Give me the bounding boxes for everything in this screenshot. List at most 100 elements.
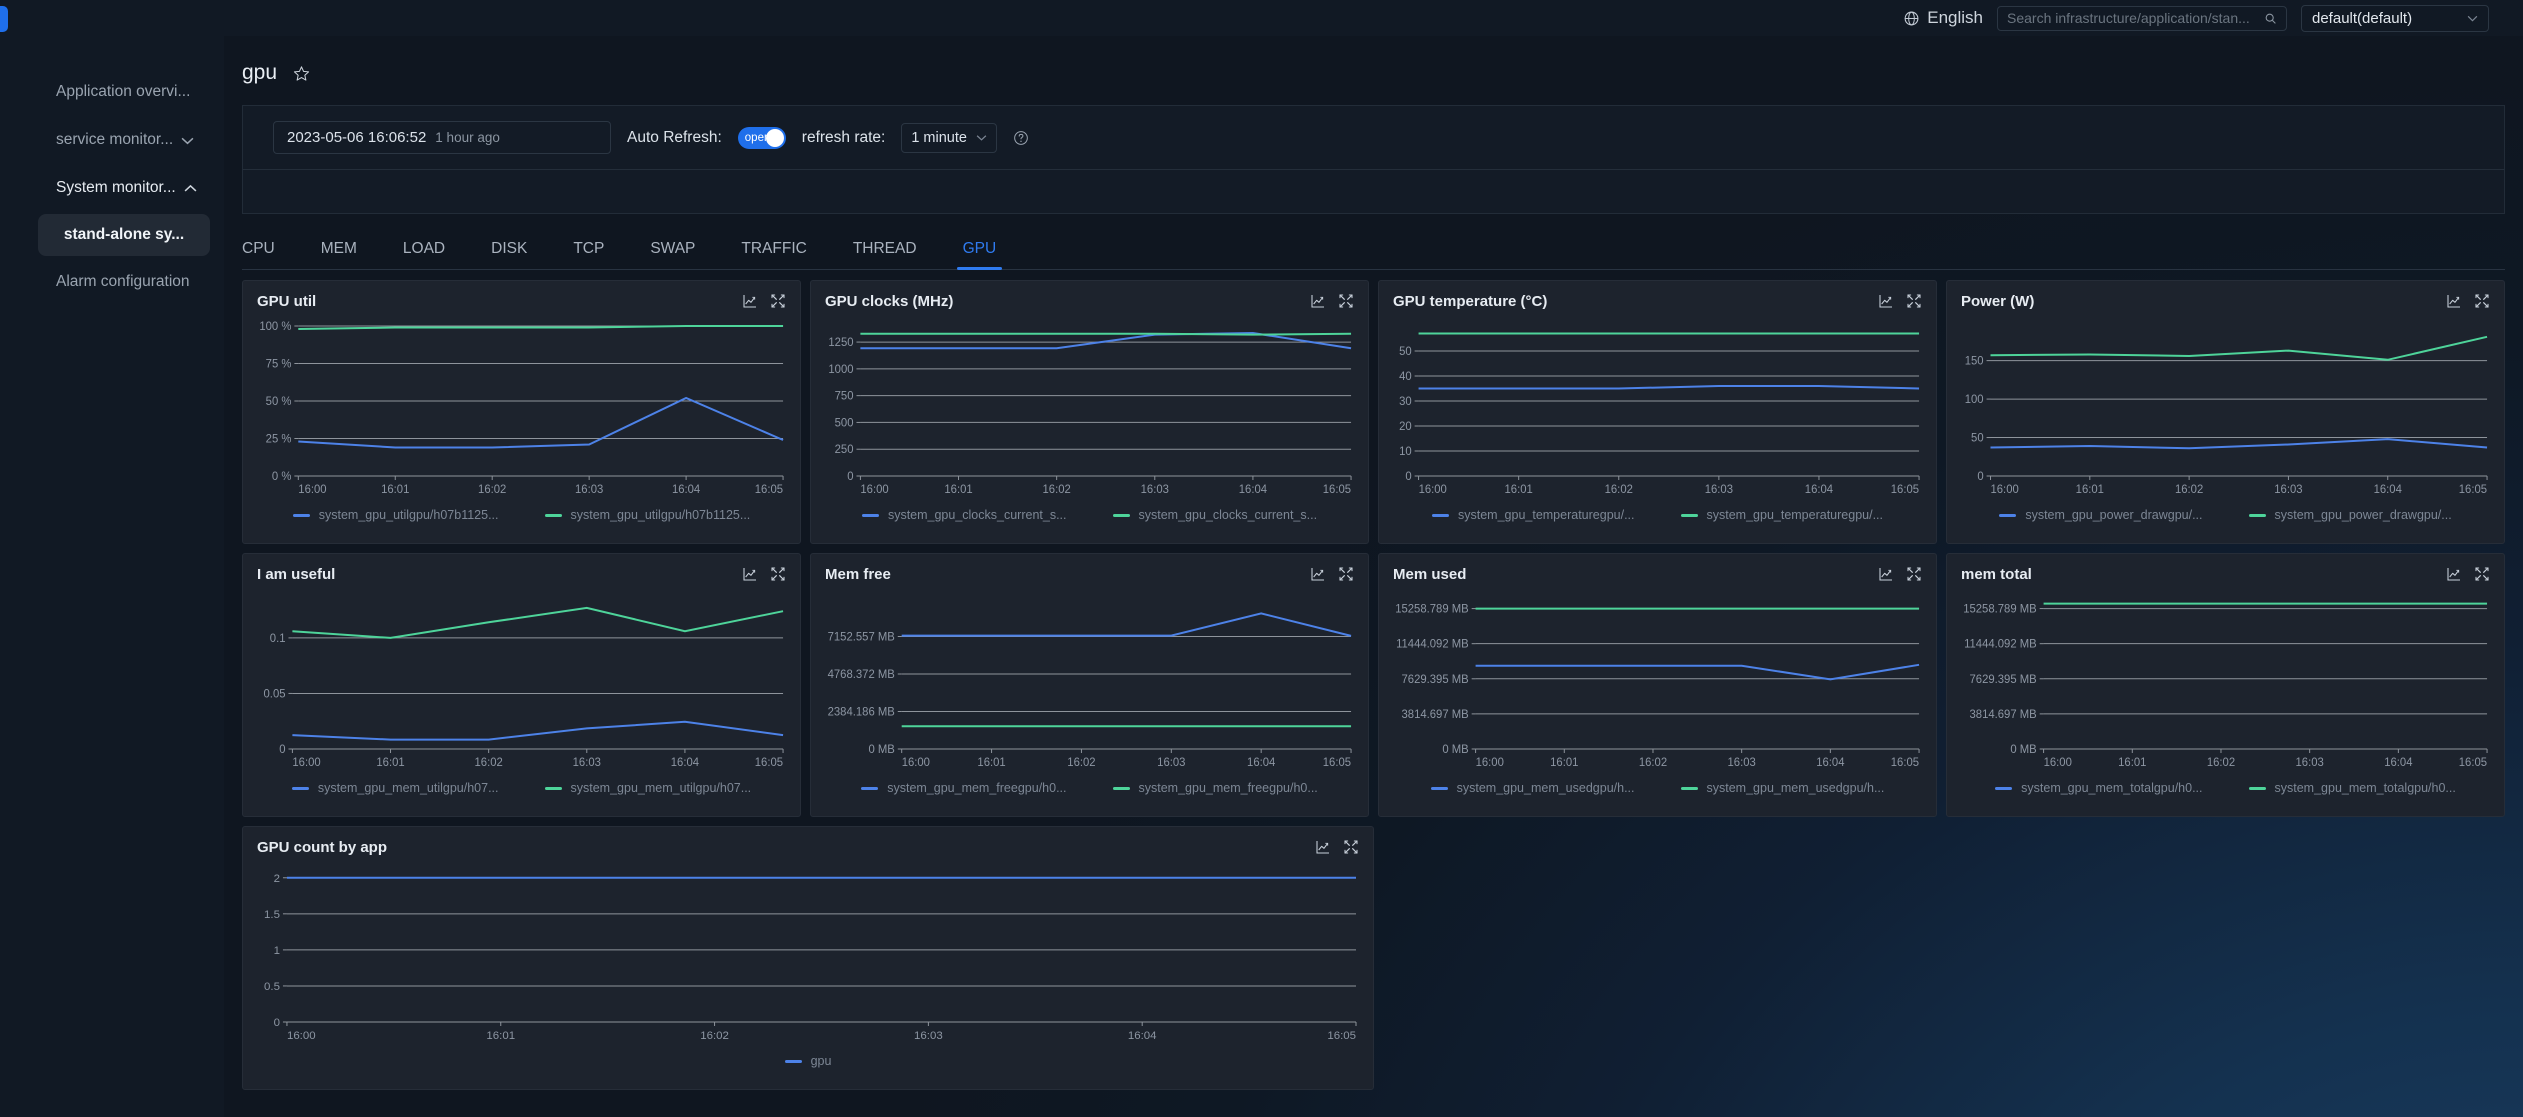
chart-legend: system_gpu_mem_utilgpu/h07... system_gpu_… xyxy=(257,781,786,795)
tab-cpu[interactable]: CPU xyxy=(242,240,289,269)
expand-icon[interactable] xyxy=(770,293,786,309)
legend-item[interactable]: system_gpu_mem_totalgpu/h0... xyxy=(2249,781,2456,795)
tab-tcp[interactable]: TCP xyxy=(559,240,618,269)
line-chart-icon[interactable] xyxy=(1878,293,1894,309)
sidebar-item-label: Application overvi... xyxy=(56,83,190,101)
svg-text:16:05: 16:05 xyxy=(1891,484,1919,496)
legend-label: system_gpu_clocks_current_s... xyxy=(1139,508,1318,522)
language-switcher[interactable]: English xyxy=(1903,8,1983,28)
legend-swatch-icon xyxy=(545,514,562,517)
tab-label: DISK xyxy=(491,240,527,257)
tab-gpu[interactable]: GPU xyxy=(949,240,1011,269)
svg-text:0.05: 0.05 xyxy=(264,688,286,700)
legend-item[interactable]: gpu xyxy=(785,1054,832,1068)
panel-header: Power (W) xyxy=(1961,293,2490,310)
panel-grid: GPU util0 %25 %50 %75 %100 %16:0016:0116… xyxy=(224,270,2523,1090)
chart-legend: system_gpu_mem_usedgpu/h... system_gpu_me… xyxy=(1393,781,1922,795)
legend-item[interactable]: system_gpu_mem_utilgpu/h07... xyxy=(545,781,752,795)
tab-disk[interactable]: DISK xyxy=(477,240,541,269)
refresh-rate-value: 1 minute xyxy=(911,130,967,146)
chart-plot-area: 0 MB3814.697 MB7629.395 MB11444.092 MB15… xyxy=(1393,589,1922,777)
svg-text:250: 250 xyxy=(835,444,854,456)
svg-text:16:01: 16:01 xyxy=(944,484,972,496)
legend-item[interactable]: system_gpu_temperaturegpu/... xyxy=(1432,508,1635,522)
panel-actions xyxy=(1878,293,1922,309)
legend-item[interactable]: system_gpu_temperaturegpu/... xyxy=(1681,508,1884,522)
legend-item[interactable]: system_gpu_clocks_current_s... xyxy=(1113,508,1318,522)
line-chart-icon[interactable] xyxy=(1878,566,1894,582)
sidebar-item-stand-alone-system[interactable]: stand-alone sy... xyxy=(38,214,210,256)
svg-text:0: 0 xyxy=(847,471,853,483)
tab-label: THREAD xyxy=(853,240,917,257)
panel-i-am-useful: I am useful00.050.116:0016:0116:0216:031… xyxy=(242,553,801,817)
sidebar-item-application-overview[interactable]: Application overvi... xyxy=(0,68,224,116)
legend-item[interactable]: system_gpu_mem_totalgpu/h0... xyxy=(1995,781,2202,795)
tab-mem[interactable]: MEM xyxy=(307,240,371,269)
svg-text:7629.395 MB: 7629.395 MB xyxy=(1402,674,1469,686)
expand-icon[interactable] xyxy=(1338,293,1354,309)
legend-label: system_gpu_mem_usedgpu/h... xyxy=(1457,781,1635,795)
expand-icon[interactable] xyxy=(2474,566,2490,582)
search-input[interactable] xyxy=(2007,10,2258,26)
svg-text:16:01: 16:01 xyxy=(2076,484,2104,496)
time-range-picker[interactable]: 2023-05-06 16:06:52 1 hour ago xyxy=(273,121,611,154)
legend-item[interactable]: system_gpu_mem_freegpu/h0... xyxy=(1113,781,1318,795)
line-chart-icon[interactable] xyxy=(2446,566,2462,582)
legend-item[interactable]: system_gpu_utilgpu/h07b1125... xyxy=(293,508,499,522)
line-chart-icon[interactable] xyxy=(742,566,758,582)
legend-item[interactable]: system_gpu_mem_freegpu/h0... xyxy=(861,781,1066,795)
sidebar-item-label: Alarm configuration xyxy=(56,273,190,291)
sidebar-item-service-monitor[interactable]: service monitor... xyxy=(0,116,224,164)
svg-text:16:04: 16:04 xyxy=(1816,757,1844,769)
line-chart-icon[interactable] xyxy=(1310,566,1326,582)
environment-select[interactable]: default(default) xyxy=(2301,5,2489,32)
star-icon[interactable] xyxy=(293,65,310,82)
tab-traffic[interactable]: TRAFFIC xyxy=(727,240,820,269)
expand-icon[interactable] xyxy=(1343,839,1359,855)
svg-text:50 %: 50 % xyxy=(266,396,292,408)
panel-row-2: I am useful00.050.116:0016:0116:0216:031… xyxy=(242,553,2505,817)
legend-swatch-icon xyxy=(1995,787,2012,790)
panel-actions xyxy=(1310,566,1354,582)
tab-load[interactable]: LOAD xyxy=(389,240,459,269)
expand-icon[interactable] xyxy=(1906,293,1922,309)
refresh-rate-select[interactable]: 1 minute xyxy=(901,123,997,153)
svg-text:2: 2 xyxy=(274,873,280,885)
svg-text:16:02: 16:02 xyxy=(478,484,506,496)
line-chart-icon[interactable] xyxy=(742,293,758,309)
line-chart-icon[interactable] xyxy=(1310,293,1326,309)
expand-icon[interactable] xyxy=(1338,566,1354,582)
global-search[interactable] xyxy=(1997,6,2287,31)
legend-label: system_gpu_mem_utilgpu/h07... xyxy=(571,781,752,795)
legend-item[interactable]: system_gpu_utilgpu/h07b1125... xyxy=(545,508,751,522)
svg-text:10: 10 xyxy=(1399,446,1412,458)
legend-item[interactable]: system_gpu_clocks_current_s... xyxy=(862,508,1067,522)
legend-item[interactable]: system_gpu_power_drawgpu/... xyxy=(1999,508,2202,522)
app-logo-icon[interactable] xyxy=(0,6,8,32)
expand-icon[interactable] xyxy=(770,566,786,582)
expand-icon[interactable] xyxy=(2474,293,2490,309)
panel-actions xyxy=(2446,293,2490,309)
sidebar: Application overvi... service monitor...… xyxy=(0,36,224,1117)
sidebar-item-system-monitor[interactable]: System monitor... xyxy=(0,164,224,212)
sidebar-item-label: System monitor... xyxy=(56,179,176,197)
svg-text:16:04: 16:04 xyxy=(1247,757,1275,769)
svg-text:16:05: 16:05 xyxy=(755,484,783,496)
legend-item[interactable]: system_gpu_mem_utilgpu/h07... xyxy=(292,781,499,795)
legend-label: system_gpu_mem_usedgpu/h... xyxy=(1707,781,1885,795)
question-circle-icon[interactable] xyxy=(1013,130,1029,146)
search-icon[interactable] xyxy=(2264,12,2277,25)
sidebar-item-alarm-configuration[interactable]: Alarm configuration xyxy=(0,258,224,306)
panel-header: GPU count by app xyxy=(257,839,1359,856)
tab-thread[interactable]: THREAD xyxy=(839,240,931,269)
legend-item[interactable]: system_gpu_power_drawgpu/... xyxy=(2249,508,2452,522)
tab-label: SWAP xyxy=(650,240,695,257)
line-chart-icon[interactable] xyxy=(1315,839,1331,855)
auto-refresh-toggle[interactable]: open xyxy=(738,127,786,149)
tab-label: LOAD xyxy=(403,240,445,257)
legend-item[interactable]: system_gpu_mem_usedgpu/h... xyxy=(1681,781,1885,795)
line-chart-icon[interactable] xyxy=(2446,293,2462,309)
legend-item[interactable]: system_gpu_mem_usedgpu/h... xyxy=(1431,781,1635,795)
tab-swap[interactable]: SWAP xyxy=(636,240,709,269)
expand-icon[interactable] xyxy=(1906,566,1922,582)
